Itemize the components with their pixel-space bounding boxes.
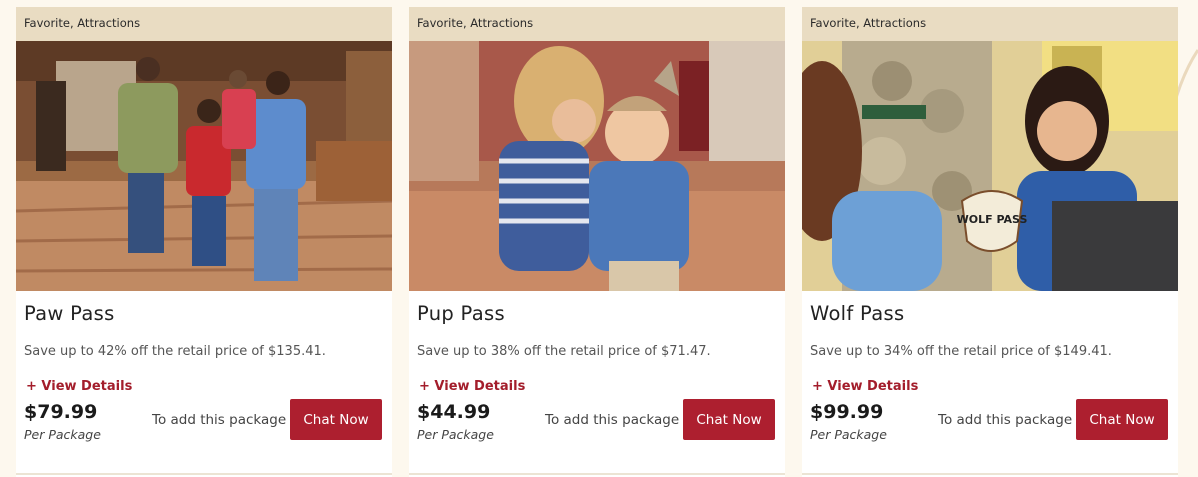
package-tags: Favorite, Attractions xyxy=(409,7,785,41)
card-divider xyxy=(802,473,1178,475)
package-tags: Favorite, Attractions xyxy=(16,7,392,41)
package-photo xyxy=(16,41,392,291)
package-title: Wolf Pass xyxy=(810,302,905,325)
package-card-paw-pass: Favorite, Attractions Paw Pass Save up t… xyxy=(16,7,392,477)
add-package-hint: To add this package xyxy=(152,412,287,428)
per-package-label: Per Package xyxy=(417,427,494,442)
card-divider xyxy=(16,473,392,475)
card-divider xyxy=(409,473,785,475)
package-tags: Favorite, Attractions xyxy=(802,7,1178,41)
per-package-label: Per Package xyxy=(810,427,887,442)
chat-now-button[interactable]: Chat Now xyxy=(1076,399,1168,440)
package-photo xyxy=(409,41,785,291)
chat-now-button[interactable]: Chat Now xyxy=(683,399,775,440)
add-package-hint: To add this package xyxy=(938,412,1073,428)
package-list: Favorite, Attractions Paw Pass Save up t… xyxy=(16,7,1178,477)
view-details-link[interactable]: + View Details xyxy=(419,379,525,394)
package-card-wolf-pass: Favorite, Attractions WOLF PASS Wolf Pas… xyxy=(802,7,1178,477)
package-price: $99.99 xyxy=(810,401,884,423)
package-photo: WOLF PASS xyxy=(802,41,1178,291)
wolf-pass-badge-text: WOLF PASS xyxy=(957,213,1028,226)
package-savings: Save up to 38% off the retail price of $… xyxy=(417,344,711,359)
package-price: $79.99 xyxy=(24,401,98,423)
package-price: $44.99 xyxy=(417,401,491,423)
chat-now-button[interactable]: Chat Now xyxy=(290,399,382,440)
package-title: Pup Pass xyxy=(417,302,505,325)
package-savings: Save up to 34% off the retail price of $… xyxy=(810,344,1112,359)
package-savings: Save up to 42% off the retail price of $… xyxy=(24,344,326,359)
view-details-link[interactable]: + View Details xyxy=(812,379,918,394)
package-title: Paw Pass xyxy=(24,302,115,325)
add-package-hint: To add this package xyxy=(545,412,680,428)
per-package-label: Per Package xyxy=(24,427,101,442)
package-card-pup-pass: Favorite, Attractions Pup Pass Save up t… xyxy=(409,7,785,477)
view-details-link[interactable]: + View Details xyxy=(26,379,132,394)
